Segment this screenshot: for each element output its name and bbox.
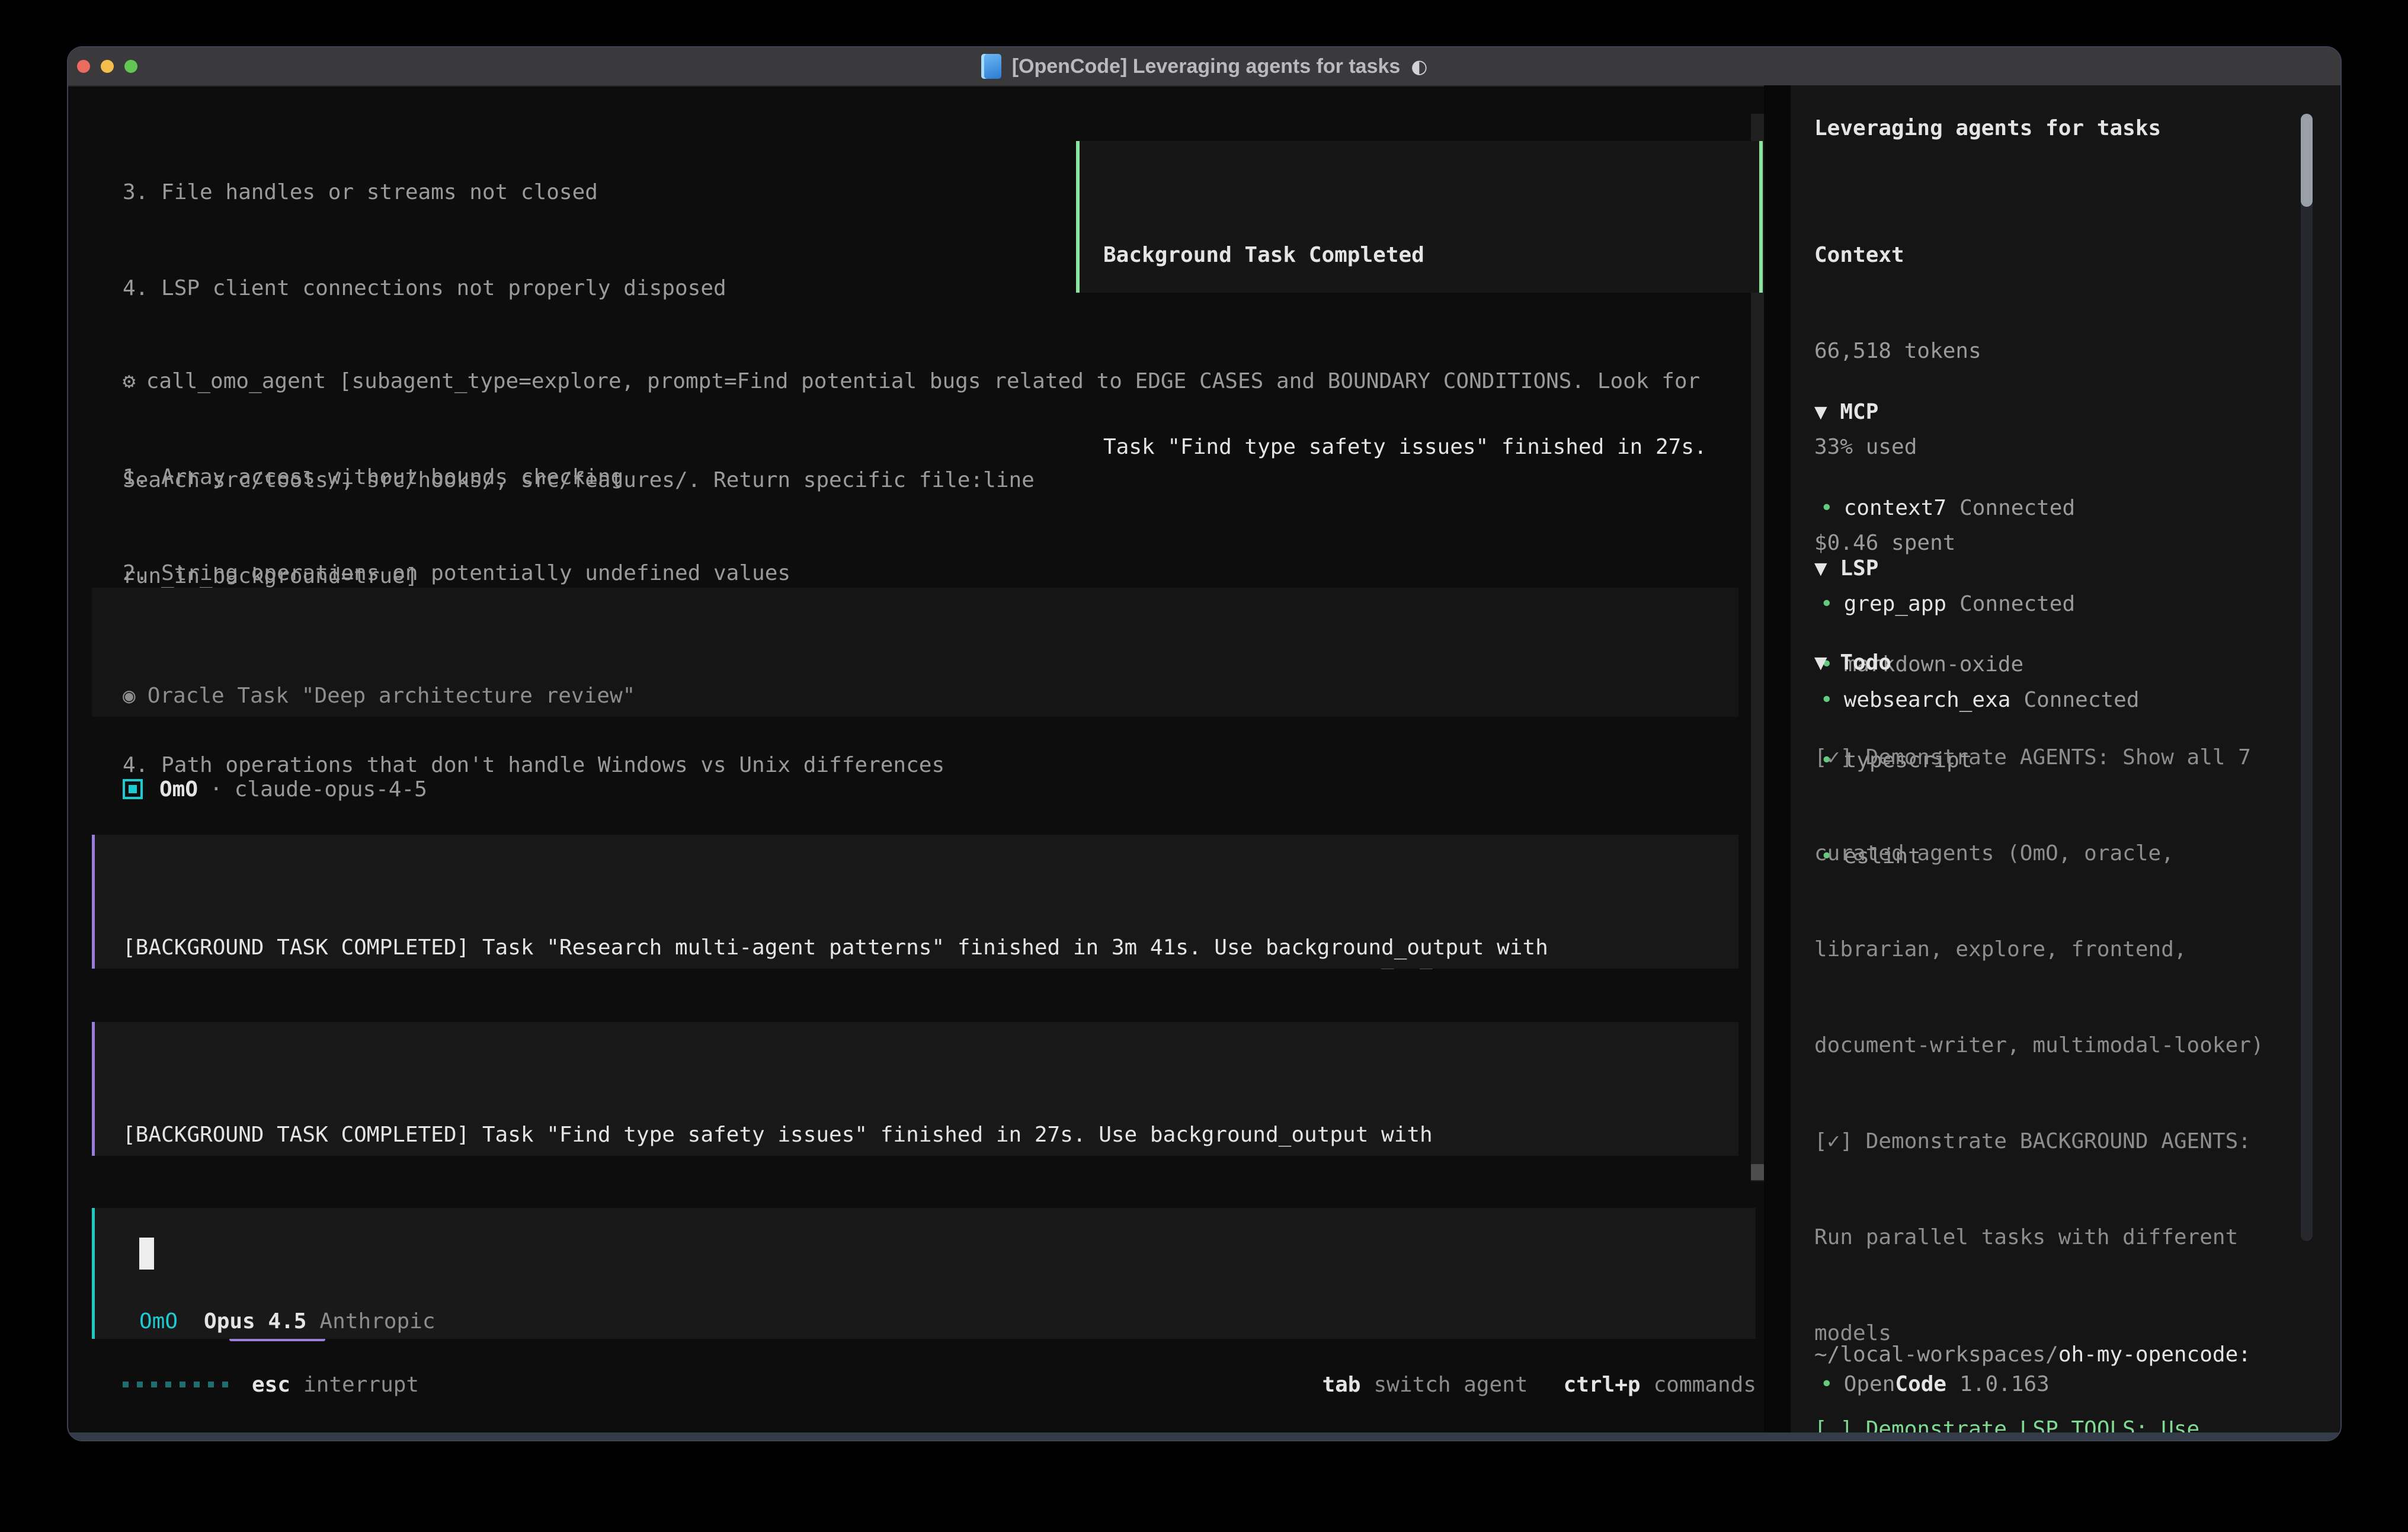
input-provider-name: Anthropic [319,1309,435,1334]
app-name-suffix: Code [1895,1372,1946,1396]
esc-label: interrupt [303,1373,419,1397]
window-title: [OpenCode] Leveraging agents for tasks ◐ [981,54,1428,79]
esc-hint: esc interrupt [252,1373,419,1397]
ctrlp-label: commands [1654,1373,1756,1397]
oracle-task-title-line: ◉ Oracle Task "Deep architecture review" [123,680,1738,712]
model-selector-row[interactable]: OmO Opus 4.5 Anthropic [139,1306,436,1338]
scrollback-line: 4. LSP client connections not properly d… [123,273,1035,305]
window-bottom-edge [68,1432,2340,1441]
context-header: Context [1814,239,1981,271]
app-name-prefix: Open [1844,1372,1895,1396]
workspace-path-prefix: ~/local-workspaces/ [1814,1342,2058,1367]
workspace-path-line: ~/local-workspaces/oh-my-opencode: [1814,1339,2251,1371]
commands-hint: ctrl+p commands [1564,1373,1756,1397]
blank-line [1103,335,1759,367]
opencode-window: [OpenCode] Leveraging agents for tasks ◐… [67,46,2342,1441]
agent-name: OmO [159,777,198,802]
mcp-section-header[interactable]: ▼ MCP [1814,396,2140,428]
separator-dot: · [210,777,223,802]
text-cursor [139,1238,154,1270]
status-bar-left: esc interrupt [123,1373,419,1397]
input-agent-name: OmO [139,1309,178,1334]
tab-hint: tab switch agent [1322,1373,1528,1397]
lsp-section-header[interactable]: ▼ LSP [1814,553,2023,585]
esc-key: esc [252,1373,290,1397]
workspace-info: ~/local-workspaces/oh-my-opencode: maste… [1814,1275,2251,1441]
prompt-input[interactable]: OmO Opus 4.5 Anthropic [92,1208,1756,1339]
document-icon [981,54,1001,79]
pane-divider [1764,85,1791,1432]
main-scrollbar-thumb[interactable] [1751,1164,1764,1180]
window-title-text: [OpenCode] Leveraging agents for tasks [1012,55,1401,78]
minimize-button[interactable] [101,60,114,73]
todo-line-done: [✓] Demonstrate AGENTS: Show all 7 [1814,742,2289,774]
todo-line-done: curated agents (OmO, oracle, [1814,838,2289,870]
version-line: • OpenCode 1.0.163 [1814,1368,2050,1400]
zoom-button[interactable] [124,60,137,73]
agent-model: claude-opus-4-5 [235,777,427,802]
traffic-lights [77,60,137,73]
workspace-path-repo: oh-my-opencode: [2058,1342,2251,1367]
card-message-line: [BACKGROUND TASK COMPLETED] Task "Find t… [123,1119,1738,1151]
oracle-task-title: Oracle Task "Deep architecture review" [148,684,636,708]
working-spinner-dots-icon [123,1382,228,1387]
app-version: 1.0.163 [1959,1372,2050,1396]
scrollback-line: 3. File handles or streams not closed [123,177,1035,209]
todo-line-done: Run parallel tasks with different [1814,1222,2289,1254]
todo-section-header[interactable]: ▼ Todo [1814,647,1891,679]
todo-line-done: [✓] Demonstrate BACKGROUND AGENTS: [1814,1126,2289,1158]
tab-label: switch agent [1373,1373,1528,1397]
window-titlebar[interactable]: [OpenCode] Leveraging agents for tasks ◐ [68,47,2340,86]
sidebar-scrollbar-track[interactable] [2301,114,2313,1241]
card-message-line: [BACKGROUND TASK COMPLETED] Task "Resear… [123,932,1738,964]
session-sidebar: Leveraging agents for tasks Context 66,5… [1791,85,2342,1432]
tab-key: tab [1322,1373,1360,1397]
ctrlp-key: ctrl+p [1564,1373,1641,1397]
gear-icon: ⚙ [123,369,136,393]
tool-call-item: 2. String operations on potentially unde… [123,557,1700,589]
todo-line-done: document-writer, multimodal-looker) [1814,1030,2289,1062]
sidebar-scrollbar-thumb[interactable] [2301,114,2313,207]
status-bar-right: tab switch agent ctrl+p commands [1322,1373,1756,1397]
session-title: Leveraging agents for tasks [1814,113,2161,145]
toast-body: Task "Find type safety issues" finished … [1103,431,1759,463]
close-button[interactable] [77,60,90,73]
edited-indicator-icon: ◐ [1411,55,1427,78]
toast-title: Background Task Completed [1103,239,1759,271]
input-model-name: Opus 4.5 [204,1309,306,1334]
omo-agent-icon [123,779,143,799]
todo-line-done: librarian, explore, frontend, [1814,934,2289,966]
agent-header: OmO · claude-opus-4-5 [123,773,427,805]
fisheye-icon: ◉ [123,684,136,708]
background-task-card: [BACKGROUND TASK COMPLETED] Task "Resear… [92,835,1738,969]
status-bar: esc interrupt tab switch agent ctrl+p comma… [123,1368,1756,1400]
oracle-task-box: ◉Oracle Task "Deep architecture review" … [92,588,1738,717]
notification-toast[interactable]: Background Task Completed Task "Find typ… [1076,141,1763,293]
background-task-card: [BACKGROUND TASK COMPLETED] Task "Find t… [92,1022,1738,1156]
status-dot-icon: • [1820,1372,1833,1396]
